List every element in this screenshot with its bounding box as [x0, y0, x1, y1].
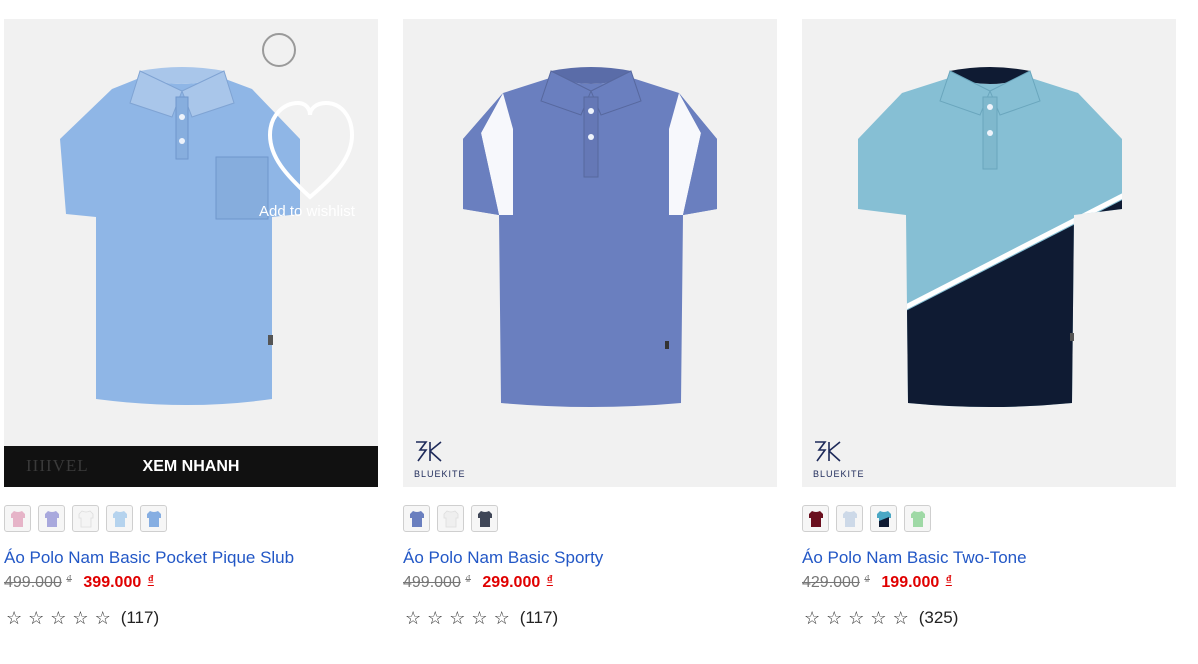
- old-price: 429.000: [802, 574, 860, 591]
- sale-price-currency: ₫: [147, 573, 154, 587]
- color-swatch[interactable]: [38, 505, 65, 532]
- product-title-link[interactable]: Áo Polo Nam Basic Two-Tone: [802, 548, 1027, 568]
- star-icon[interactable]: ☆: [826, 609, 842, 627]
- sale-price-currency: ₫: [945, 573, 952, 587]
- color-swatches: [4, 505, 167, 532]
- color-swatch[interactable]: [72, 505, 99, 532]
- product-image[interactable]: Add to wishlist IIIIVEL XEM NHANH: [4, 19, 378, 487]
- star-icon[interactable]: ☆: [848, 609, 864, 627]
- brand-name: BLUEKITE: [414, 469, 466, 479]
- star-icon[interactable]: ☆: [870, 609, 886, 627]
- brand-name: BLUEKITE: [813, 469, 865, 479]
- star-icon[interactable]: ☆: [95, 609, 111, 627]
- color-swatch[interactable]: [802, 505, 829, 532]
- color-swatch[interactable]: [140, 505, 167, 532]
- star-icon[interactable]: ☆: [893, 609, 909, 627]
- color-swatch[interactable]: [904, 505, 931, 532]
- star-rating: ☆ ☆ ☆ ☆ ☆ (325): [804, 608, 958, 628]
- product-title-link[interactable]: Áo Polo Nam Basic Pocket Pique Slub: [4, 548, 294, 568]
- sale-price-currency: ₫: [546, 573, 553, 587]
- old-price: 499.000: [403, 574, 461, 591]
- product-card: BLUEKITE Áo Polo Nam Basic Two-Tone 429.…: [802, 19, 1176, 627]
- product-image[interactable]: BLUEKITE: [403, 19, 777, 487]
- star-rating: ☆ ☆ ☆ ☆ ☆ (117): [6, 608, 159, 628]
- brand-logo: BLUEKITE: [813, 439, 865, 479]
- shirt-icon: [146, 510, 161, 527]
- wishlist-toggle-icon[interactable]: [262, 33, 296, 67]
- color-swatch[interactable]: [836, 505, 863, 532]
- quick-view-button[interactable]: IIIIVEL XEM NHANH: [4, 446, 378, 487]
- star-icon[interactable]: ☆: [50, 609, 66, 627]
- shirt-icon: [910, 510, 925, 527]
- product-title-link[interactable]: Áo Polo Nam Basic Sporty: [403, 548, 603, 568]
- color-swatch[interactable]: [471, 505, 498, 532]
- shirt-icon: [477, 510, 492, 527]
- color-swatches: [802, 505, 931, 532]
- sale-price: 199.000: [881, 574, 940, 591]
- shirt-icon: [44, 510, 59, 527]
- brand-logo: BLUEKITE: [414, 439, 466, 479]
- review-count: (325): [918, 608, 959, 627]
- review-count: (117): [519, 608, 559, 627]
- product-grid: Add to wishlist IIIIVEL XEM NHANH Áo Pol…: [0, 0, 1198, 664]
- star-icon[interactable]: ☆: [72, 609, 88, 627]
- polo-shirt-image: [463, 67, 717, 407]
- shirt-icon: [112, 510, 127, 527]
- color-swatch[interactable]: [870, 505, 897, 532]
- shirt-icon: [876, 510, 891, 527]
- sale-price: 299.000: [482, 574, 541, 591]
- product-image[interactable]: BLUEKITE: [802, 19, 1176, 487]
- star-icon[interactable]: ☆: [449, 609, 465, 627]
- product-card: BLUEKITE Áo Polo Nam Basic Sporty 499.00…: [403, 19, 777, 627]
- old-price-currency: ₫: [465, 574, 471, 586]
- shirt-icon: [842, 510, 857, 527]
- shirt-icon: [808, 510, 823, 527]
- polo-shirt-image: [858, 67, 1122, 407]
- star-icon[interactable]: ☆: [494, 609, 510, 627]
- sale-price: 399.000: [83, 574, 142, 591]
- star-icon[interactable]: ☆: [804, 609, 820, 627]
- old-price-currency: ₫: [864, 574, 870, 586]
- bluekite-mark-icon: [416, 441, 442, 462]
- color-swatch[interactable]: [403, 505, 430, 532]
- heart-icon[interactable]: [266, 97, 356, 207]
- price-row: 429.000 ₫ 199.000 ₫: [802, 573, 952, 592]
- star-icon[interactable]: ☆: [6, 609, 22, 627]
- color-swatches: [403, 505, 498, 532]
- star-icon[interactable]: ☆: [405, 609, 421, 627]
- bluekite-mark-icon: [815, 441, 841, 462]
- shirt-icon: [443, 510, 458, 527]
- old-price-currency: ₫: [66, 574, 72, 586]
- add-to-wishlist-label[interactable]: Add to wishlist: [259, 203, 359, 220]
- star-icon[interactable]: ☆: [471, 609, 487, 627]
- color-swatch[interactable]: [437, 505, 464, 532]
- review-count: (117): [120, 608, 160, 627]
- product-card: Add to wishlist IIIIVEL XEM NHANH Áo Pol…: [4, 19, 378, 627]
- price-row: 499.000 ₫ 299.000 ₫: [403, 573, 553, 592]
- polo-shirt-image: [60, 67, 300, 405]
- color-swatch[interactable]: [106, 505, 133, 532]
- quick-view-label: XEM NHANH: [142, 458, 240, 475]
- star-icon[interactable]: ☆: [28, 609, 44, 627]
- old-price: 499.000: [4, 574, 62, 591]
- star-rating: ☆ ☆ ☆ ☆ ☆ (117): [405, 608, 558, 628]
- shirt-icon: [10, 510, 25, 527]
- shirt-icon: [409, 510, 424, 527]
- color-swatch[interactable]: [4, 505, 31, 532]
- price-row: 499.000 ₫ 399.000 ₫: [4, 573, 154, 592]
- star-icon[interactable]: ☆: [427, 609, 443, 627]
- shirt-icon: [78, 510, 93, 527]
